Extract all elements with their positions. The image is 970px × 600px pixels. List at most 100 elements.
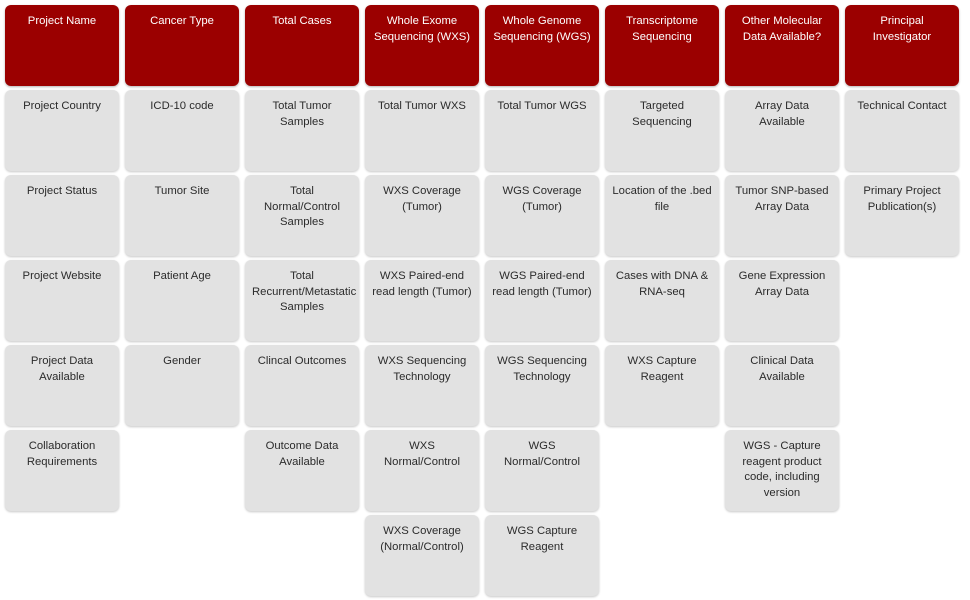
- grid-field-cell[interactable]: Total Tumor Samples: [245, 90, 359, 171]
- grid-field-cell[interactable]: WGS Normal/Control: [485, 430, 599, 511]
- grid-cell-empty: [125, 430, 239, 511]
- grid-cell-empty: [245, 515, 359, 596]
- grid-field-cell-label: WXS Normal/Control: [384, 440, 460, 468]
- grid-field-cell-label: Targeted Sequencing: [632, 100, 692, 128]
- grid-field-cell[interactable]: Project Status: [5, 175, 119, 256]
- grid-field-cell-label: Project Data Available: [30, 355, 94, 383]
- grid-cell-empty: [845, 260, 959, 341]
- grid-field-cell[interactable]: Gene Expression Array Data: [725, 260, 839, 341]
- grid-column-header[interactable]: Whole Exome Sequencing (WXS): [365, 5, 479, 86]
- grid-field-cell[interactable]: Total Tumor WXS: [365, 90, 479, 171]
- grid-cell-empty: [845, 430, 959, 511]
- grid-column-header-label: Other Molecular Data Available?: [741, 15, 823, 43]
- grid-field-cell[interactable]: ICD-10 code: [125, 90, 239, 171]
- grid-field-cell[interactable]: Project Country: [5, 90, 119, 171]
- grid-field-cell[interactable]: Clinical Data Available: [725, 345, 839, 426]
- grid-field-cell-label: WXS Sequencing Technology: [377, 355, 467, 383]
- grid-field-cell[interactable]: WXS Capture Reagent: [605, 345, 719, 426]
- grid-cell-empty: [605, 515, 719, 596]
- grid-field-cell-label: WXS Coverage (Normal/Control): [380, 525, 464, 553]
- grid-field-cell[interactable]: Outcome Data Available: [245, 430, 359, 511]
- grid-column-header[interactable]: Other Molecular Data Available?: [725, 5, 839, 86]
- grid-field-cell[interactable]: Tumor SNP-based Array Data: [725, 175, 839, 256]
- grid-field-cell[interactable]: Technical Contact: [845, 90, 959, 171]
- grid-field-cell[interactable]: WGS Capture Reagent: [485, 515, 599, 596]
- grid-field-cell-label: Tumor SNP-based Array Data: [735, 185, 829, 213]
- grid-field-cell-label: Clincal Outcomes: [257, 355, 347, 367]
- grid-field-cell-label: Total Recurrent/Metastatic Samples: [252, 270, 357, 313]
- grid-field-cell[interactable]: WGS Paired-end read length (Tumor): [485, 260, 599, 341]
- grid-field-cell[interactable]: Gender: [125, 345, 239, 426]
- grid-field-cell-label: Project Country: [23, 100, 101, 112]
- grid-cell-empty: [845, 345, 959, 426]
- grid-field-cell-label: Collaboration Requirements: [26, 440, 98, 468]
- grid-field-cell-label: WGS - Capture reagent product code, incl…: [742, 440, 822, 499]
- grid-column-header[interactable]: Cancer Type: [125, 5, 239, 86]
- metadata-field-grid: Project Name Cancer Type Total Cases Whole …: [0, 0, 970, 600]
- grid-field-cell[interactable]: Location of the .bed file: [605, 175, 719, 256]
- grid-field-cell-label: Project Website: [22, 270, 102, 282]
- grid-cell-empty: [125, 515, 239, 596]
- grid-field-cell[interactable]: Primary Project Publication(s): [845, 175, 959, 256]
- grid-cell-empty: [725, 515, 839, 596]
- grid-field-cell-label: Project Status: [26, 185, 98, 197]
- grid-field-cell[interactable]: WGS Coverage (Tumor): [485, 175, 599, 256]
- grid-field-cell-label: Total Tumor Samples: [272, 100, 332, 128]
- grid-field-cell-label: WGS Paired-end read length (Tumor): [492, 270, 592, 298]
- grid-field-cell[interactable]: Cases with DNA & RNA-seq: [605, 260, 719, 341]
- grid-column-header-label: Total Cases: [272, 15, 332, 27]
- grid-field-cell[interactable]: Total Normal/Control Samples: [245, 175, 359, 256]
- grid-field-cell-label: Patient Age: [153, 270, 211, 282]
- grid-field-cell-label: Total Tumor WGS: [497, 100, 587, 112]
- grid-field-cell[interactable]: WXS Normal/Control: [365, 430, 479, 511]
- grid-field-cell-label: WGS Coverage (Tumor): [502, 185, 582, 213]
- grid-field-cell-label: WXS Capture Reagent: [627, 355, 697, 383]
- grid-column-header-label: Cancer Type: [150, 15, 214, 27]
- grid-field-cell[interactable]: WXS Coverage (Tumor): [365, 175, 479, 256]
- grid-field-cell[interactable]: Array Data Available: [725, 90, 839, 171]
- grid-field-cell-label: Cases with DNA & RNA-seq: [615, 270, 709, 298]
- grid-field-cell[interactable]: WXS Coverage (Normal/Control): [365, 515, 479, 596]
- grid-field-cell[interactable]: Collaboration Requirements: [5, 430, 119, 511]
- grid-field-cell-label: WGS Sequencing Technology: [497, 355, 587, 383]
- grid-field-cell[interactable]: Project Website: [5, 260, 119, 341]
- grid-column-header-label: Whole Genome Sequencing (WGS): [493, 15, 591, 43]
- grid-column-header[interactable]: Principal Investigator: [845, 5, 959, 86]
- grid-field-cell[interactable]: Clincal Outcomes: [245, 345, 359, 426]
- grid-field-cell-label: Total Normal/Control Samples: [264, 185, 340, 228]
- grid-field-cell-label: Clinical Data Available: [750, 355, 814, 383]
- grid-cell-empty: [605, 430, 719, 511]
- grid-column-header[interactable]: Transcriptome Sequencing: [605, 5, 719, 86]
- grid-field-cell-label: WGS Capture Reagent: [506, 525, 578, 553]
- grid-field-cell-label: WGS Normal/Control: [504, 440, 580, 468]
- grid-cell-empty: [5, 515, 119, 596]
- grid-column-header-label: Principal Investigator: [872, 15, 932, 43]
- grid-field-cell[interactable]: Total Recurrent/Metastatic Samples: [245, 260, 359, 341]
- grid-field-cell-label: Gene Expression Array Data: [738, 270, 826, 298]
- grid-field-cell-label: Gender: [163, 355, 201, 367]
- grid-field-cell[interactable]: Targeted Sequencing: [605, 90, 719, 171]
- grid-cell-empty: [845, 515, 959, 596]
- grid-field-cell-label: Location of the .bed file: [612, 185, 712, 213]
- grid-field-cell[interactable]: WXS Sequencing Technology: [365, 345, 479, 426]
- grid-field-cell-label: Technical Contact: [857, 100, 947, 112]
- grid-column-header[interactable]: Whole Genome Sequencing (WGS): [485, 5, 599, 86]
- grid-column-header-label: Transcriptome Sequencing: [626, 15, 698, 43]
- grid-column-header-label: Whole Exome Sequencing (WXS): [373, 15, 471, 43]
- grid-column-header[interactable]: Total Cases: [245, 5, 359, 86]
- grid-field-cell[interactable]: Total Tumor WGS: [485, 90, 599, 171]
- grid-field-cell[interactable]: WGS Sequencing Technology: [485, 345, 599, 426]
- grid-field-cell-label: WXS Paired-end read length (Tumor): [372, 270, 472, 298]
- grid-field-cell[interactable]: Tumor Site: [125, 175, 239, 256]
- grid-field-cell-label: Array Data Available: [755, 100, 809, 128]
- grid-field-cell-label: Total Tumor WXS: [378, 100, 466, 112]
- grid-field-cell[interactable]: Project Data Available: [5, 345, 119, 426]
- grid-field-cell-label: Primary Project Publication(s): [863, 185, 941, 213]
- grid-field-cell-label: WXS Coverage (Tumor): [383, 185, 461, 213]
- grid-column-header[interactable]: Project Name: [5, 5, 119, 86]
- grid-field-cell-label: Outcome Data Available: [265, 440, 339, 468]
- grid-field-cell[interactable]: WXS Paired-end read length (Tumor): [365, 260, 479, 341]
- grid-column-header-label: Project Name: [27, 15, 97, 27]
- grid-field-cell[interactable]: WGS - Capture reagent product code, incl…: [725, 430, 839, 511]
- grid-field-cell[interactable]: Patient Age: [125, 260, 239, 341]
